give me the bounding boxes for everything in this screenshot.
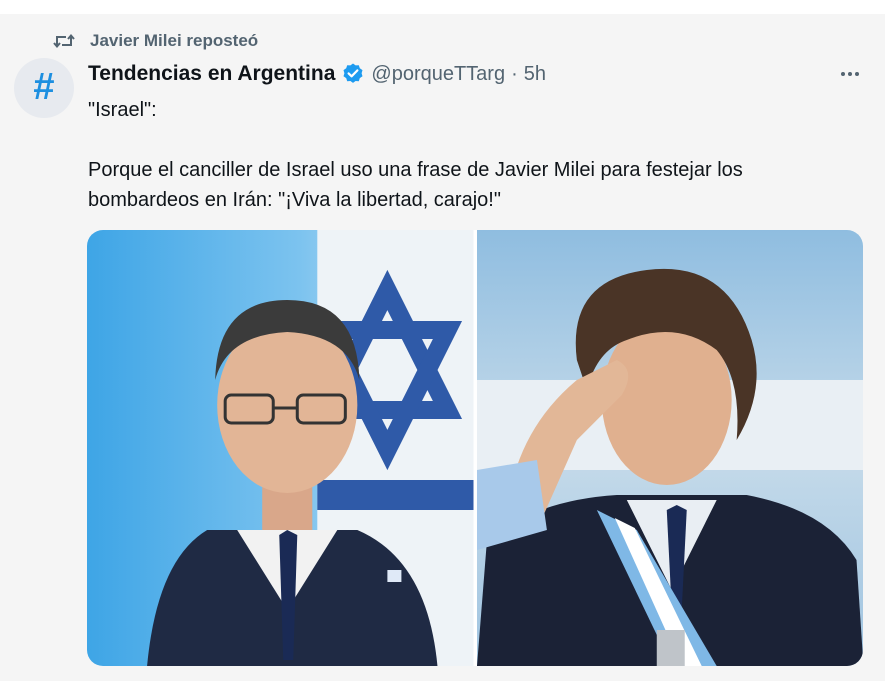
timestamp[interactable]: 5h	[524, 63, 546, 86]
bottom-divider	[0, 681, 885, 687]
handle[interactable]: @porqueTTarg	[371, 63, 505, 86]
verified-badge-icon	[341, 62, 365, 86]
photo-israel-foreign-minister[interactable]	[87, 230, 474, 666]
dot	[848, 72, 852, 76]
repost-label: Javier Milei reposteó	[90, 31, 259, 50]
repost-icon	[52, 31, 76, 51]
dot	[841, 72, 845, 76]
repost-indicator[interactable]: Javier Milei reposteó	[52, 30, 258, 52]
media-grid[interactable]	[87, 230, 863, 666]
tweet-text: "Israel": Porque el canciller de Israel …	[88, 95, 858, 215]
dot	[855, 72, 859, 76]
avatar[interactable]: #	[14, 58, 74, 118]
display-name[interactable]: Tendencias en Argentina	[88, 62, 335, 86]
separator: ·	[511, 62, 518, 85]
tweet-header: Tendencias en Argentina @porqueTTarg · 5…	[88, 60, 546, 88]
more-options-icon[interactable]	[835, 60, 865, 88]
hashtag-icon: #	[33, 66, 55, 108]
tweet-text-line2: Porque el canciller de Israel uso una fr…	[88, 159, 743, 211]
photo-javier-milei[interactable]	[476, 230, 863, 666]
top-divider	[0, 0, 885, 14]
tweet-text-line1: "Israel":	[88, 99, 157, 121]
